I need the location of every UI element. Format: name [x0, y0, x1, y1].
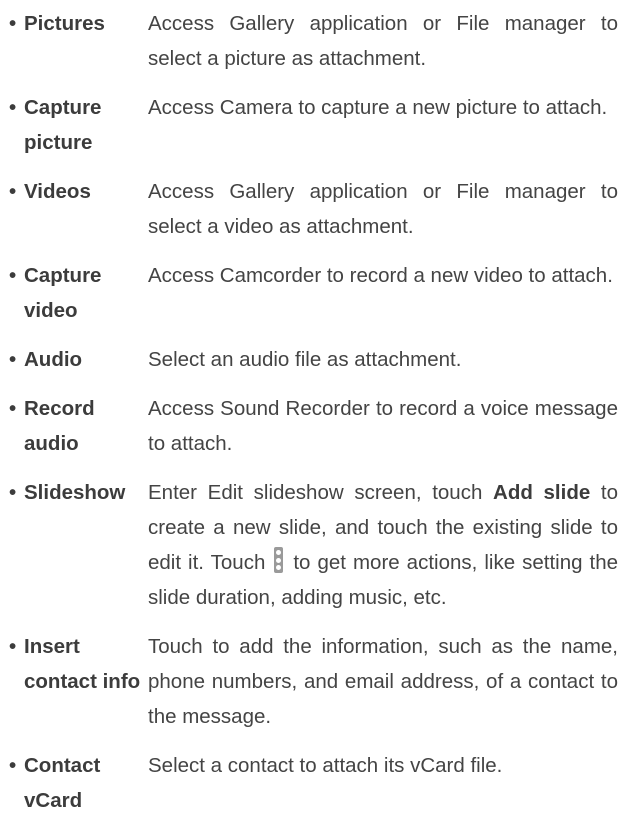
- term-label: Audio: [24, 348, 83, 371]
- bullet: •: [9, 348, 17, 371]
- bullet: •: [9, 264, 17, 287]
- term-label: Capture video: [24, 264, 102, 322]
- list-item-capture-video: • Capture video Access Camcorder to reco…: [0, 258, 623, 328]
- list-item-record-audio: • Record audio Access Sound Recorder to …: [0, 391, 623, 461]
- bullet: •: [9, 754, 17, 777]
- term-description: Touch to add the information, such as th…: [148, 635, 618, 728]
- term-description: Access Sound Recorder to record a voice …: [148, 397, 618, 455]
- list-item-contact-vcard: • Contact vCard Select a contact to atta…: [0, 748, 623, 818]
- term-label: Capture picture: [24, 96, 102, 154]
- bullet: •: [9, 481, 17, 504]
- list-item-pictures: • Pictures Access Gallery application or…: [0, 6, 623, 76]
- attachment-options-list: • Pictures Access Gallery application or…: [0, 0, 623, 818]
- term-description: Select an audio file as attachment.: [148, 348, 462, 371]
- term-description: Access Gallery application or File manag…: [148, 180, 618, 238]
- term-label: Videos: [24, 180, 91, 203]
- term-description: Access Camcorder to record a new video t…: [148, 264, 613, 287]
- bullet: •: [9, 12, 17, 35]
- term-label: Insert contact info: [24, 635, 141, 693]
- list-item-audio: • Audio Select an audio file as attachme…: [0, 342, 623, 377]
- term-description: Select a contact to attach its vCard fil…: [148, 754, 503, 777]
- bullet: •: [9, 96, 17, 119]
- term-label: Pictures: [24, 12, 105, 35]
- list-item-capture-picture: • Capture picture Access Camera to captu…: [0, 90, 623, 160]
- term-description: Access Gallery application or File manag…: [148, 12, 618, 70]
- term-description: Enter Edit slideshow screen, touch Add s…: [148, 481, 619, 609]
- term-label: Record audio: [24, 397, 95, 455]
- bullet: •: [9, 397, 17, 420]
- bullet: •: [9, 635, 17, 658]
- bullet: •: [9, 180, 17, 203]
- add-slide-label: Add slide: [493, 481, 591, 504]
- list-item-videos: • Videos Access Gallery application or F…: [0, 174, 623, 244]
- term-label: Contact vCard: [24, 754, 101, 812]
- list-item-insert-contact-info: • Insert contact info Touch to add the i…: [0, 629, 623, 734]
- term-label: Slideshow: [24, 481, 126, 504]
- more-vertical-icon: [274, 547, 284, 573]
- list-item-slideshow: • Slideshow Enter Edit slideshow screen,…: [0, 475, 623, 615]
- term-description: Access Camera to capture a new picture t…: [148, 96, 608, 119]
